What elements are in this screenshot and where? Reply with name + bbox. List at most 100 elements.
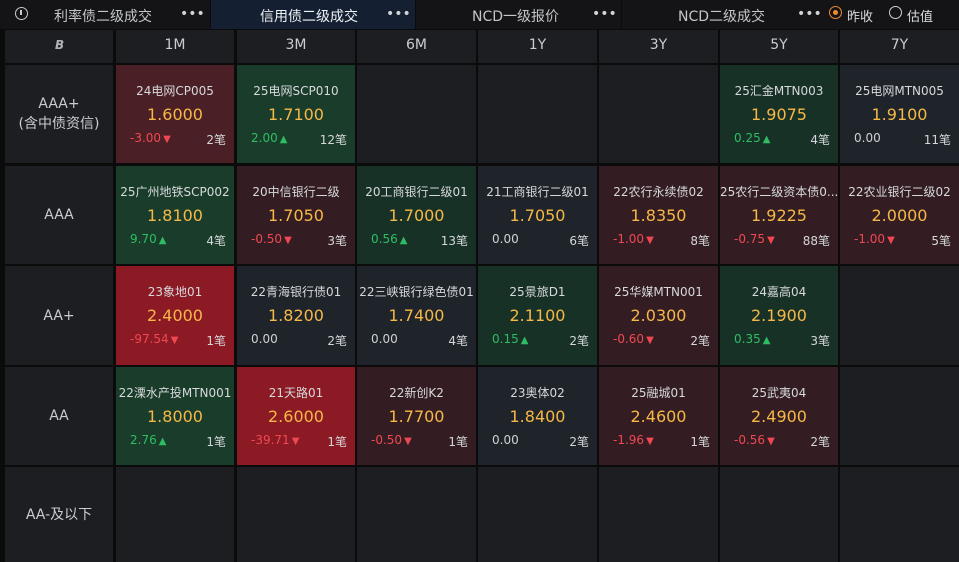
more-icon[interactable]: ••• (386, 5, 411, 23)
tab-rate-bond[interactable]: 利率债二级成交 ••• (0, 0, 210, 29)
bond-change: 2.76 ▲ (130, 433, 166, 447)
bond-change: -3.00 ▼ (130, 131, 171, 145)
row-header-line: AAA+ (38, 96, 80, 112)
bond-cell[interactable]: 25广州地铁SCP002 1.8100 9.70 ▲ 4笔 (116, 166, 234, 264)
radio-valuation[interactable] (889, 6, 902, 19)
bond-trade-count: 1笔 (690, 435, 710, 449)
radio-label[interactable]: 估值 (907, 6, 933, 25)
corner-header: B (5, 30, 113, 63)
bond-name: 25农行二级资本债0... (720, 185, 838, 199)
empty-cell (599, 467, 718, 562)
tab-ncd-primary[interactable]: NCD一级报价 ••• (416, 0, 621, 29)
column-header-1y[interactable]: 1Y (478, 30, 597, 63)
row-header-label: AA+ (5, 306, 113, 326)
bond-cell[interactable]: 21工商银行二级01 1.7050 0.00 6笔 (478, 166, 597, 264)
bond-cell[interactable]: 25汇金MTN003 1.9075 0.25 ▲ 4笔 (720, 65, 838, 163)
column-header-6m[interactable]: 6M (357, 30, 476, 63)
bond-cell[interactable]: 25景旅D1 2.1100 0.15 ▲ 2笔 (478, 266, 597, 365)
bond-change: 0.00 (492, 232, 519, 246)
bond-cell[interactable]: 25农行二级资本债0... 1.9225 -0.75 ▼ 88笔 (720, 166, 838, 264)
row-header[interactable]: AA-及以下 (5, 467, 113, 562)
bond-cell[interactable]: 25武夷04 2.4900 -0.56 ▼ 2笔 (720, 367, 838, 465)
column-header-3y[interactable]: 3Y (599, 30, 718, 63)
column-header-5y[interactable]: 5Y (720, 30, 838, 63)
bond-cell[interactable]: 25电网MTN005 1.9100 0.00 11笔 (840, 65, 959, 163)
bond-cell[interactable]: 20工商银行二级01 1.7000 0.56 ▲ 13笔 (357, 166, 476, 264)
empty-cell (599, 65, 718, 163)
bond-change-value: -1.96 (613, 433, 645, 447)
bond-trade-count: 2笔 (810, 435, 830, 449)
tab-label: NCD二级成交 (678, 9, 766, 25)
bond-cell[interactable]: 23奥体02 1.8400 0.00 2笔 (478, 367, 597, 465)
bond-rate: 1.8100 (147, 206, 203, 225)
column-header-label: 3M (285, 37, 307, 53)
bond-trade-count: 2笔 (569, 334, 589, 348)
bond-trade-count: 88笔 (802, 234, 830, 248)
bond-cell[interactable]: 22农业银行二级02 2.0000 -1.00 ▼ 5笔 (840, 166, 959, 264)
arrow-down-icon: ▼ (646, 436, 654, 447)
bond-rate: 1.9100 (871, 105, 928, 124)
row-header[interactable]: AAA+ (含中债资信) (5, 65, 113, 163)
bond-rate: 2.6000 (268, 407, 324, 426)
bond-change-value: -0.75 (734, 232, 766, 246)
bond-change: 0.25 ▲ (734, 131, 770, 145)
bond-name: 20中信银行二级 (252, 185, 340, 199)
row-header-line: AA (49, 408, 69, 424)
bond-rate: 2.4900 (751, 407, 807, 426)
bond-name: 22溧水产投MTN001 (118, 386, 232, 400)
bond-cell[interactable]: 20中信银行二级 1.7050 -0.50 ▼ 3笔 (237, 166, 355, 264)
tab-ncd-secondary[interactable]: NCD二级成交 ••• (622, 0, 822, 29)
bond-cell[interactable]: 22新创K2 1.7700 -0.50 ▼ 1笔 (357, 367, 476, 465)
bond-rate: 1.6000 (147, 105, 203, 124)
bond-cell[interactable]: 24电网CP005 1.6000 -3.00 ▼ 2笔 (116, 65, 234, 163)
bond-cell[interactable]: 22农行永续债02 1.8350 -1.00 ▼ 8笔 (599, 166, 718, 264)
bond-trade-count: 13笔 (440, 234, 468, 248)
row-header[interactable]: AA (5, 367, 113, 465)
bond-change: 2.00 ▲ (251, 131, 287, 145)
bond-trade-count: 3笔 (810, 334, 830, 348)
bond-trade-count: 11笔 (923, 133, 951, 147)
column-header-label: 3Y (649, 37, 668, 53)
radio-label[interactable]: 昨收 (847, 6, 873, 25)
radio-prev-close[interactable] (829, 6, 842, 19)
arrow-down-icon: ▼ (767, 436, 775, 447)
bond-cell[interactable]: 24嘉高04 2.1900 0.35 ▲ 3笔 (720, 266, 838, 365)
bond-cell[interactable]: 21天路01 2.6000 -39.71 ▼ 1笔 (237, 367, 355, 465)
logo-icon: B (55, 38, 65, 52)
tab-credit-bond[interactable]: 信用债二级成交 ••• (211, 0, 415, 29)
empty-cell (840, 467, 959, 562)
bond-change: 0.56 ▲ (371, 232, 407, 246)
bond-name: 24电网CP005 (136, 84, 214, 98)
more-icon[interactable]: ••• (797, 5, 822, 23)
more-icon[interactable]: ••• (180, 5, 205, 23)
arrow-down-icon: ▼ (646, 235, 654, 246)
bond-cell[interactable]: 25华媒MTN001 2.0300 -0.60 ▼ 2笔 (599, 266, 718, 365)
bond-change-value: 0.15 (492, 332, 519, 346)
row-header[interactable]: AA+ (5, 266, 113, 365)
row-header[interactable]: AAA (5, 166, 113, 264)
bond-change-value: -97.54 (130, 332, 169, 346)
tab-label: NCD一级报价 (472, 9, 560, 25)
column-header-7y[interactable]: 7Y (840, 30, 959, 63)
bond-cell[interactable]: 25电网SCP010 1.7100 2.00 ▲ 12笔 (237, 65, 355, 163)
bond-trade-count: 1笔 (206, 435, 226, 449)
bond-rate: 1.8000 (147, 407, 203, 426)
arrow-up-icon: ▲ (158, 235, 167, 246)
more-icon[interactable]: ••• (592, 5, 617, 23)
bond-cell[interactable]: 22溧水产投MTN001 1.8000 2.76 ▲ 1笔 (116, 367, 234, 465)
column-header-1m[interactable]: 1M (116, 30, 234, 63)
bond-trade-count: 5笔 (931, 234, 951, 248)
bond-cell[interactable]: 25融城01 2.4600 -1.96 ▼ 1笔 (599, 367, 718, 465)
bond-cell[interactable]: 22三峡银行绿色债01 1.7400 0.00 4笔 (357, 266, 476, 365)
row-header-line: (含中债资信) (18, 116, 100, 132)
bond-name: 20工商银行二级01 (365, 185, 468, 199)
bond-rate: 1.8400 (509, 407, 566, 426)
bond-change: 0.00 (854, 131, 881, 145)
empty-cell (116, 467, 234, 562)
column-header-3m[interactable]: 3M (237, 30, 355, 63)
bond-cell[interactable]: 23象地01 2.4000 -97.54 ▼ 1笔 (116, 266, 234, 365)
arrow-down-icon: ▼ (170, 335, 179, 346)
bond-name: 25融城01 (631, 386, 686, 400)
bond-cell[interactable]: 22青海银行债01 1.8200 0.00 2笔 (237, 266, 355, 365)
bond-trade-count: 2笔 (569, 435, 589, 449)
